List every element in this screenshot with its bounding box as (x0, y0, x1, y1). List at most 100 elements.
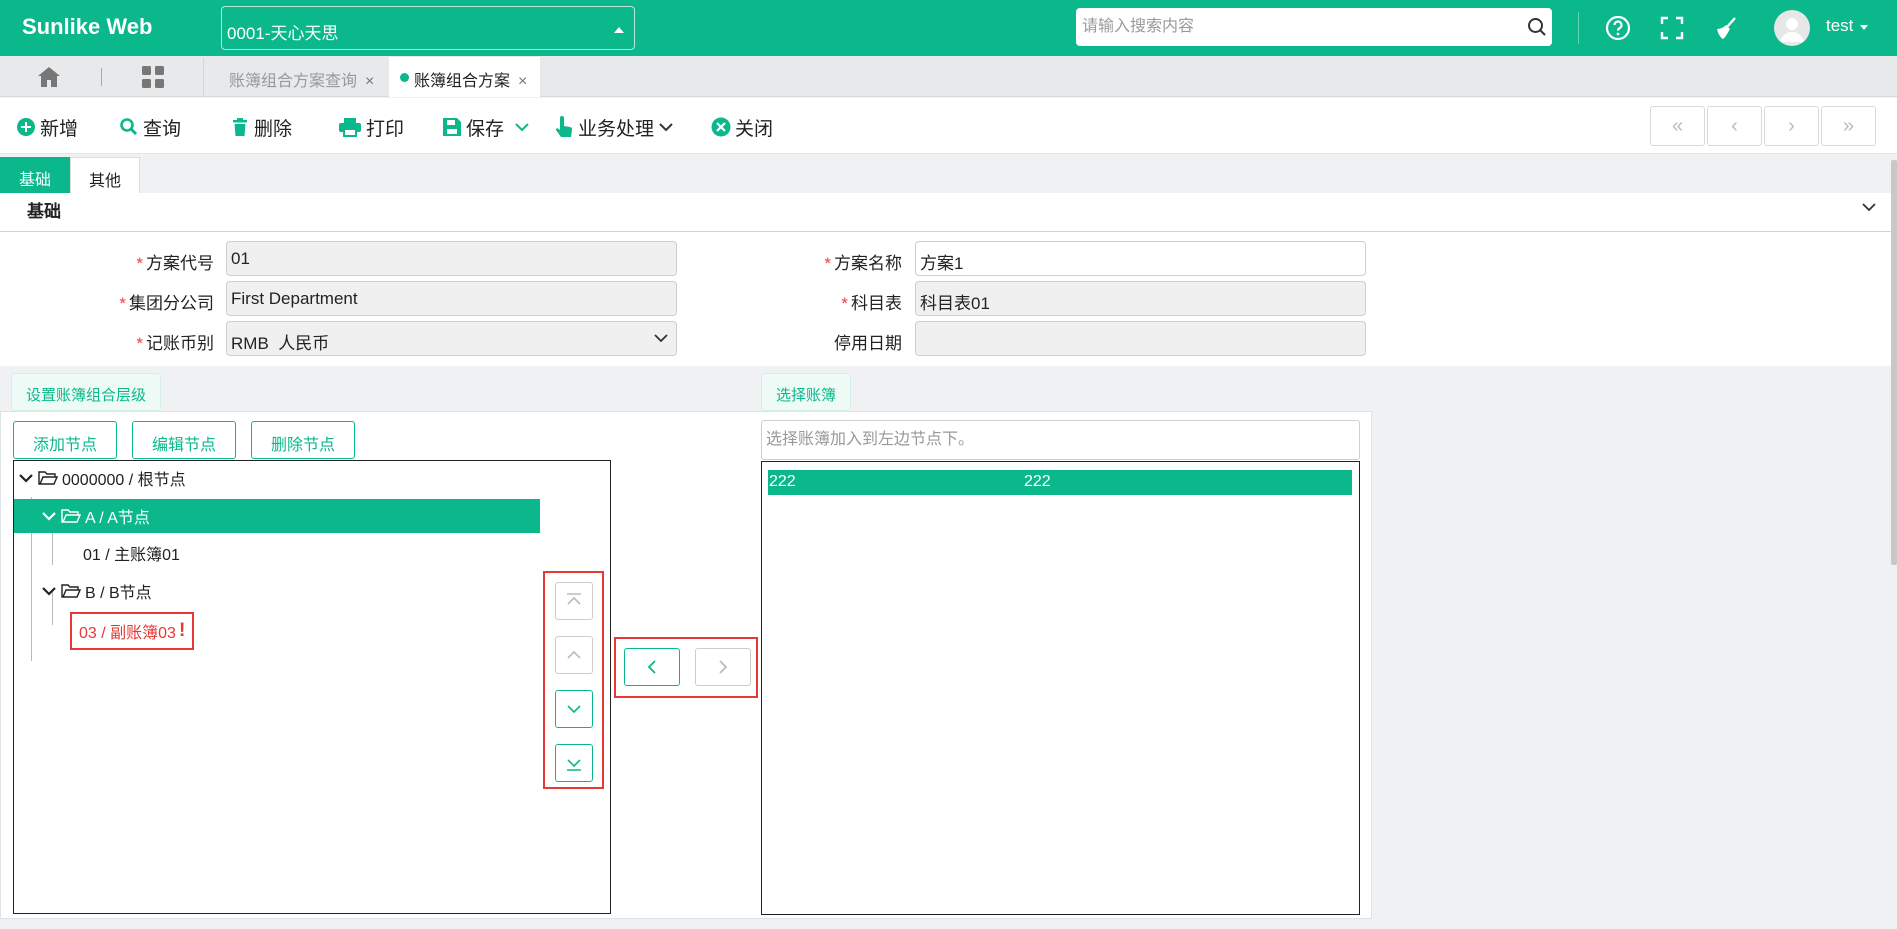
search-icon[interactable] (1526, 16, 1548, 38)
list-item[interactable]: 222 222 (768, 470, 1352, 495)
home-icon[interactable] (34, 64, 64, 90)
plan-name-label: * 方案名称 (782, 249, 902, 274)
save-icon (443, 118, 461, 136)
prev-record-button[interactable]: ‹ (1707, 106, 1762, 146)
chevron-down-icon[interactable] (658, 121, 674, 133)
print-label: 打印 (366, 118, 405, 140)
tab-plan[interactable]: 账簿组合方案 × (389, 57, 540, 97)
sort-button-group (543, 571, 604, 789)
required-mark: * (136, 254, 143, 273)
chevron-top-icon (567, 593, 581, 605)
business-label: 业务处理 (578, 118, 655, 140)
tree-node-b[interactable]: B / B节点 (41, 574, 152, 608)
add-node-button[interactable]: 添加节点 (13, 421, 117, 459)
query-button[interactable]: 查询 (119, 114, 181, 140)
move-up-button[interactable] (555, 636, 593, 674)
currency-select[interactable]: RMB 人民币 (226, 321, 677, 356)
brand-logo: Sunlike Web (22, 14, 153, 39)
fullscreen-icon[interactable] (1658, 14, 1686, 42)
warning-mark: ! (178, 620, 186, 641)
search-input[interactable] (1076, 8, 1552, 46)
tree-node-root[interactable]: 0000000 / 根节点 (18, 461, 186, 495)
book-list: 222 222 (761, 461, 1360, 915)
folder-open-icon (61, 584, 81, 598)
folder-open-icon (61, 509, 81, 523)
close-button[interactable]: 关闭 (711, 114, 773, 140)
label-text: 方案代号 (146, 254, 214, 273)
tree-node-a1[interactable]: 01 / 主账簿01 (83, 536, 180, 570)
branch-field[interactable]: First Department (226, 281, 677, 316)
trash-icon (233, 118, 247, 136)
move-bottom-button[interactable] (555, 744, 593, 782)
book-code: 222 (769, 473, 796, 490)
plan-name-field[interactable]: 方案1 (915, 241, 1366, 276)
avatar[interactable] (1774, 10, 1810, 46)
tree-node-a[interactable]: A / A节点 (14, 499, 540, 533)
last-record-button[interactable]: » (1821, 106, 1876, 146)
tree-node-b1[interactable]: 03 / 副账簿03 ! (70, 612, 195, 650)
chevron-right-icon (719, 660, 728, 674)
broom-icon[interactable] (1712, 14, 1740, 42)
move-down-button[interactable] (555, 690, 593, 728)
first-record-button[interactable]: « (1650, 106, 1705, 146)
chevron-down-icon[interactable] (514, 121, 530, 133)
caret-up-icon (614, 27, 624, 33)
add-to-left-button[interactable] (624, 648, 680, 686)
tab-select-books[interactable]: 选择账簿 (761, 373, 852, 411)
search-icon (120, 118, 138, 136)
new-label: 新增 (40, 118, 79, 140)
required-mark: * (841, 294, 848, 313)
move-top-button[interactable] (555, 582, 593, 620)
section-divider (0, 231, 1897, 232)
delete-button[interactable]: 删除 (230, 114, 292, 140)
currency-value: RMB 人民币 (231, 334, 330, 353)
tab-label: 账簿组合方案查询 (229, 73, 358, 90)
query-label: 查询 (143, 118, 182, 140)
username[interactable]: test (1826, 16, 1853, 36)
record-nav: « ‹ › » (1650, 106, 1876, 146)
required-mark: * (119, 294, 126, 313)
tab-plan-query[interactable]: 账簿组合方案查询 × (204, 57, 389, 97)
active-dot-icon (400, 73, 409, 82)
delete-node-button[interactable]: 删除节点 (251, 421, 355, 459)
disable-date-field[interactable] (915, 321, 1366, 356)
save-button[interactable]: 保存 (442, 114, 534, 140)
chevron-down-icon[interactable] (18, 471, 34, 485)
tab-label: 账簿组合方案 (414, 73, 511, 90)
close-icon[interactable]: × (518, 73, 527, 90)
chevron-left-icon (647, 660, 656, 674)
page-scrollbar[interactable] (1891, 160, 1897, 565)
tab-other[interactable]: 其他 (70, 157, 140, 193)
label-text: 记账币别 (146, 334, 214, 353)
business-button[interactable]: 业务处理 (554, 114, 678, 140)
delete-label: 删除 (254, 118, 293, 140)
close-icon[interactable]: × (365, 73, 374, 90)
book-name: 222 (1024, 473, 1051, 490)
plan-code-field[interactable]: 01 (226, 241, 677, 276)
printer-icon (339, 118, 361, 137)
tab-divider (101, 68, 102, 86)
currency-label: * 记账币别 (94, 329, 214, 354)
tab-hierarchy[interactable]: 设置账簿组合层级 (11, 373, 162, 411)
help-icon[interactable] (1604, 14, 1632, 42)
label-text: 集团分公司 (129, 294, 214, 313)
book-filter-input[interactable] (761, 420, 1360, 460)
print-button[interactable]: 打印 (338, 114, 404, 140)
node-label: 01 / 主账簿01 (83, 547, 180, 564)
tab-basic[interactable]: 基础 (0, 157, 70, 193)
collapse-chevron-icon[interactable] (1860, 198, 1878, 216)
next-record-button[interactable]: › (1764, 106, 1819, 146)
caret-down-icon[interactable] (1860, 25, 1868, 30)
chart-field[interactable]: 科目表01 (915, 281, 1366, 316)
tree-guide-line (52, 529, 53, 565)
grid-icon[interactable] (140, 64, 166, 90)
new-button[interactable]: 新增 (16, 114, 78, 140)
chart-label: * 科目表 (782, 289, 902, 314)
chevron-down-icon[interactable] (41, 509, 57, 523)
company-selector[interactable]: 0001-天心天思 (221, 6, 635, 50)
chevron-down-icon[interactable] (41, 584, 57, 598)
edit-node-button[interactable]: 编辑节点 (132, 421, 236, 459)
node-label: B / B节点 (85, 585, 152, 602)
node-label: A / A节点 (85, 510, 150, 527)
remove-to-right-button[interactable] (695, 648, 751, 686)
